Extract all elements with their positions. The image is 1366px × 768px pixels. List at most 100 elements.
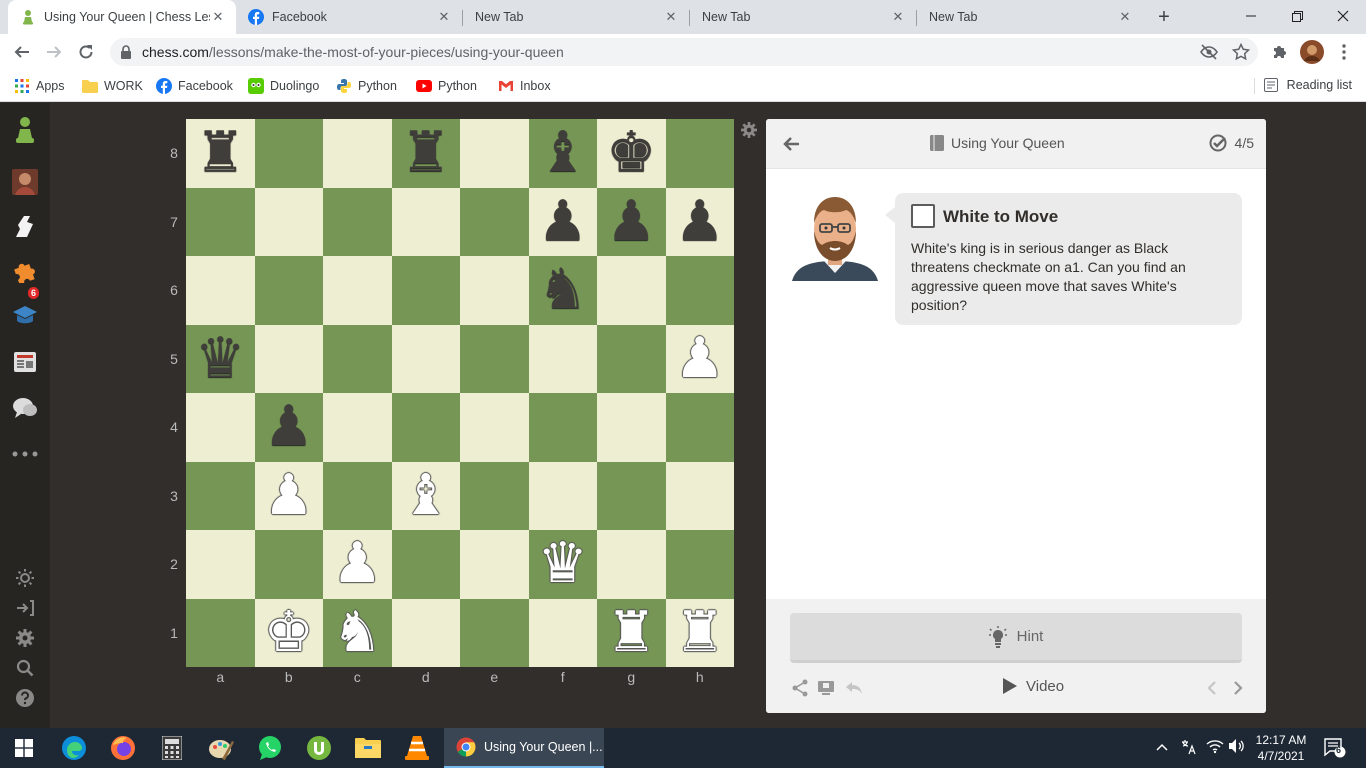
white-rook-g1[interactable]: ♜ xyxy=(606,604,656,661)
vlc-icon[interactable] xyxy=(403,734,431,762)
square-d1[interactable] xyxy=(391,598,460,667)
square-e4[interactable] xyxy=(460,393,529,462)
square-e5[interactable] xyxy=(460,324,529,393)
restore-button[interactable] xyxy=(1274,0,1320,32)
action-center-icon[interactable]: 6 xyxy=(1324,738,1346,761)
reload-button[interactable] xyxy=(74,40,98,64)
square-d2[interactable] xyxy=(391,530,460,599)
bookmark-work[interactable]: WORK xyxy=(82,77,143,95)
square-c7[interactable] xyxy=(323,187,392,256)
taskbar-clock[interactable]: 12:17 AM 4/7/2021 xyxy=(1252,732,1310,764)
bookmark-python-1[interactable]: Python xyxy=(336,77,397,95)
square-c2[interactable]: ♟ xyxy=(323,530,392,599)
chess-board[interactable]: ♜ ♜ ♝ ♚ ♟ ♟ ♟ ♞ ♛ ♟ ♟ ♟ ♝ ♟ ♛ ♚ ♞ ♜ ♜ xyxy=(186,119,734,667)
square-f3[interactable] xyxy=(528,461,597,530)
browser-menu-icon[interactable] xyxy=(1334,42,1354,62)
white-king-b1[interactable]: ♚ xyxy=(264,604,314,661)
square-f6[interactable]: ♞ xyxy=(528,256,597,325)
square-g8[interactable]: ♚ xyxy=(597,119,666,188)
board-settings-gear-icon[interactable] xyxy=(740,121,758,139)
settings-gear-icon[interactable] xyxy=(14,627,36,649)
black-knight-f6[interactable]: ♞ xyxy=(538,262,588,318)
tab-close-icon[interactable]: ✕ xyxy=(210,9,226,25)
white-pawn-c2[interactable]: ♟ xyxy=(332,536,382,592)
black-rook-a8[interactable]: ♜ xyxy=(195,125,245,181)
white-pawn-b3[interactable]: ♟ xyxy=(264,467,314,524)
black-rook-d8[interactable]: ♜ xyxy=(401,125,451,181)
bookmark-inbox[interactable]: Inbox xyxy=(498,77,551,95)
square-f8[interactable]: ♝ xyxy=(528,119,597,188)
puzzles-icon[interactable] xyxy=(10,211,40,241)
white-queen-f2[interactable]: ♛ xyxy=(538,536,588,592)
eye-off-icon[interactable] xyxy=(1200,44,1218,63)
square-e7[interactable] xyxy=(460,187,529,256)
tab-close-icon[interactable]: ✕ xyxy=(436,9,452,25)
square-c5[interactable] xyxy=(323,324,392,393)
bookmark-python-2[interactable]: Python xyxy=(416,77,477,95)
square-d3[interactable]: ♝ xyxy=(391,461,460,530)
square-b2[interactable] xyxy=(254,530,323,599)
square-d5[interactable] xyxy=(391,324,460,393)
square-f4[interactable] xyxy=(528,393,597,462)
news-icon[interactable] xyxy=(10,347,40,377)
paint-icon[interactable] xyxy=(207,734,235,762)
bookmark-star-icon[interactable] xyxy=(1231,42,1251,64)
back-button[interactable] xyxy=(10,40,34,64)
black-pawn-b4[interactable]: ♟ xyxy=(264,399,314,455)
bookmark-facebook[interactable]: Facebook xyxy=(156,77,233,95)
white-pawn-h5[interactable]: ♟ xyxy=(675,330,725,387)
search-icon[interactable] xyxy=(14,657,36,679)
square-b1[interactable]: ♚ xyxy=(254,598,323,667)
volume-icon[interactable] xyxy=(1228,738,1246,757)
square-h3[interactable] xyxy=(665,461,734,530)
minimize-button[interactable] xyxy=(1228,0,1274,32)
square-g6[interactable] xyxy=(597,256,666,325)
bookmark-duolingo[interactable]: Duolingo xyxy=(248,77,319,95)
square-c8[interactable] xyxy=(323,119,392,188)
square-h4[interactable] xyxy=(665,393,734,462)
social-chat-icon[interactable] xyxy=(10,393,40,423)
tab-close-icon[interactable]: ✕ xyxy=(1117,9,1133,25)
square-h8[interactable] xyxy=(665,119,734,188)
tray-expand-chevron-icon[interactable] xyxy=(1156,740,1168,754)
square-d8[interactable]: ♜ xyxy=(391,119,460,188)
square-a3[interactable] xyxy=(186,461,255,530)
square-e3[interactable] xyxy=(460,461,529,530)
learn-puzzle-piece-icon[interactable] xyxy=(10,255,40,285)
square-a5[interactable]: ♛ xyxy=(186,324,255,393)
square-c4[interactable] xyxy=(323,393,392,462)
square-b6[interactable] xyxy=(254,256,323,325)
black-pawn-f7[interactable]: ♟ xyxy=(538,193,588,250)
lessons-cap-icon[interactable] xyxy=(10,301,40,331)
brightness-icon[interactable] xyxy=(14,567,36,589)
square-h5[interactable]: ♟ xyxy=(665,324,734,393)
video-button[interactable]: Video xyxy=(1002,677,1064,695)
black-bishop-f8[interactable]: ♝ xyxy=(538,125,588,181)
file-explorer-icon[interactable] xyxy=(354,734,382,762)
tab-facebook[interactable]: Facebook ✕ xyxy=(236,0,462,34)
analysis-board-icon[interactable] xyxy=(816,678,836,698)
back-arrow-icon[interactable] xyxy=(780,133,802,155)
tab-new-tab-3[interactable]: New Tab ✕ xyxy=(917,0,1143,34)
square-f2[interactable]: ♛ xyxy=(528,530,597,599)
more-dots-icon[interactable] xyxy=(10,439,40,469)
square-c1[interactable]: ♞ xyxy=(323,598,392,667)
square-a4[interactable] xyxy=(186,393,255,462)
square-a1[interactable] xyxy=(186,598,255,667)
square-a8[interactable]: ♜ xyxy=(186,119,255,188)
chess-logo-pawn-icon[interactable] xyxy=(10,115,40,145)
square-b4[interactable]: ♟ xyxy=(254,393,323,462)
hint-button[interactable]: Hint xyxy=(790,613,1242,663)
share-icon[interactable] xyxy=(790,678,810,698)
utorrent-icon[interactable] xyxy=(305,734,333,762)
tab-new-tab-1[interactable]: New Tab ✕ xyxy=(463,0,689,34)
help-icon[interactable] xyxy=(14,687,36,709)
tab-using-your-queen[interactable]: Using Your Queen | Chess Less ✕ xyxy=(8,0,236,34)
whatsapp-icon[interactable] xyxy=(256,734,284,762)
square-f1[interactable] xyxy=(528,598,597,667)
square-h2[interactable] xyxy=(665,530,734,599)
square-b3[interactable]: ♟ xyxy=(254,461,323,530)
square-f7[interactable]: ♟ xyxy=(528,187,597,256)
previous-chevron-icon[interactable] xyxy=(1202,678,1222,698)
white-knight-c1[interactable]: ♞ xyxy=(332,604,382,661)
